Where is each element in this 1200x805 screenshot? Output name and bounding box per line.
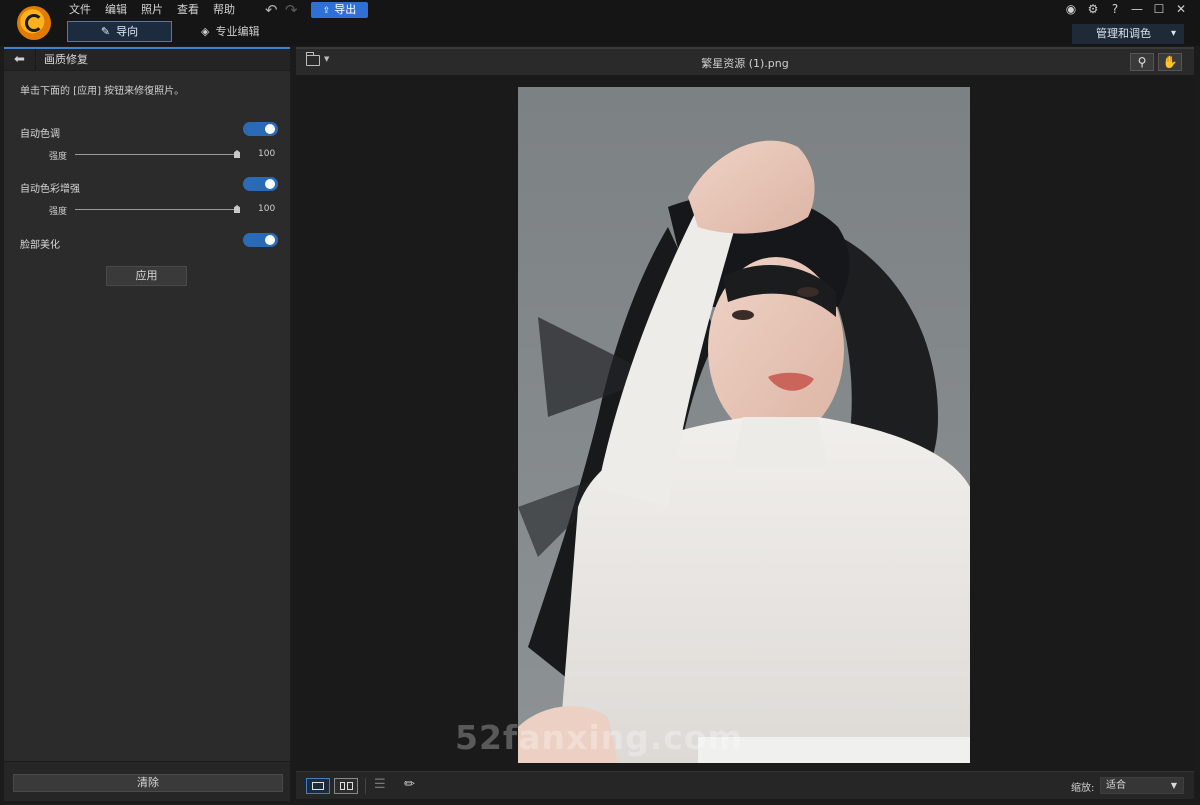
face-beautify-toggle[interactable] bbox=[243, 233, 278, 247]
undo-icon[interactable]: ↶ bbox=[265, 1, 278, 19]
title-bar: 文件 编辑 照片 查看 帮助 ↶ ↷ ⇪ 导出 ✎ 导向 ◈ 专业编辑 ◉ ⚙ ? —… bbox=[0, 0, 1200, 46]
auto-tone-strength-slider[interactable] bbox=[75, 150, 240, 158]
panel-footer: 清除 bbox=[4, 761, 290, 801]
tab-pro-edit[interactable]: ◈ 专业编辑 bbox=[172, 21, 288, 42]
tab-guide[interactable]: ✎ 导向 bbox=[67, 21, 172, 42]
help-icon[interactable]: ? bbox=[1104, 2, 1126, 16]
photo-viewer: ▼ 繁星资源 (1).png ⚲ ✋ ☰ ✏ 缩放: 适合 ▼ bbox=[296, 47, 1194, 799]
portrait-photo bbox=[518, 87, 970, 763]
watermark-text: 52fanxing.com bbox=[455, 718, 743, 757]
slider-thumb[interactable] bbox=[234, 205, 240, 213]
menu-edit[interactable]: 编辑 bbox=[98, 2, 134, 18]
zoom-select[interactable]: 适合 ▼ bbox=[1100, 777, 1184, 794]
gear-icon[interactable]: ⚙ bbox=[1082, 2, 1104, 16]
menu-help[interactable]: 帮助 bbox=[206, 2, 242, 18]
maximize-icon[interactable]: ☐ bbox=[1148, 2, 1170, 16]
align-icon[interactable]: ☰ bbox=[374, 777, 386, 792]
layers-icon: ◈ bbox=[201, 25, 210, 38]
auto-color-strength-slider[interactable] bbox=[75, 205, 240, 213]
menu-view[interactable]: 查看 bbox=[170, 2, 206, 18]
zoom-tool-icon[interactable]: ⚲ bbox=[1130, 53, 1154, 71]
panel-header: ⬅ 画质修复 bbox=[4, 49, 290, 71]
clear-button[interactable]: 清除 bbox=[13, 774, 283, 792]
mode-tabs: ✎ 导向 ◈ 专业编辑 bbox=[67, 21, 288, 42]
manage-adjust-dropdown[interactable]: 管理和调色 ▾ bbox=[1072, 24, 1184, 44]
tab-guide-label: 导向 bbox=[116, 25, 139, 38]
back-arrow-icon[interactable]: ⬅ bbox=[4, 49, 36, 70]
auto-color-strength-value: 100 bbox=[258, 204, 276, 214]
photo-canvas[interactable] bbox=[296, 75, 1194, 771]
auto-color-strength-label: 强度 bbox=[49, 207, 68, 217]
single-view-button[interactable] bbox=[306, 778, 330, 794]
chevron-down-icon: ▾ bbox=[1170, 28, 1176, 39]
close-icon[interactable]: ✕ bbox=[1170, 2, 1192, 16]
slider-thumb[interactable] bbox=[234, 150, 240, 158]
portrait-illustration bbox=[518, 87, 970, 763]
account-icon[interactable]: ◉ bbox=[1060, 2, 1082, 16]
compare-view-button[interactable] bbox=[334, 778, 358, 794]
menu-photo[interactable]: 照片 bbox=[134, 2, 170, 18]
auto-tone-label: 自动色调 bbox=[20, 129, 60, 140]
panel-title: 画质修复 bbox=[44, 53, 88, 66]
file-name: 繁星资源 (1).png bbox=[701, 57, 789, 70]
footer-divider bbox=[365, 778, 366, 794]
auto-tone-toggle[interactable] bbox=[243, 122, 278, 136]
viewer-header: ▼ 繁星资源 (1).png ⚲ ✋ bbox=[296, 47, 1194, 75]
brush-icon[interactable]: ✏ bbox=[404, 777, 415, 792]
face-beautify-label: 脸部美化 bbox=[20, 240, 60, 251]
export-button[interactable]: ⇪ 导出 bbox=[311, 2, 368, 18]
menu-file[interactable]: 文件 bbox=[62, 2, 98, 18]
apply-button[interactable]: 应用 bbox=[106, 266, 187, 286]
app-logo-icon bbox=[17, 6, 51, 40]
auto-tone-strength-label: 强度 bbox=[49, 152, 68, 162]
viewer-footer: ☰ ✏ 缩放: 适合 ▼ bbox=[296, 771, 1194, 799]
panel-hint: 单击下面的 [应用] 按钮来修復照片。 bbox=[20, 86, 185, 97]
zoom-label: 缩放: bbox=[1071, 783, 1095, 794]
auto-color-label: 自动色彩增强 bbox=[20, 184, 80, 195]
export-label: 导出 bbox=[334, 3, 357, 16]
manage-label: 管理和调色 bbox=[1096, 27, 1151, 40]
repair-panel: ⬅ 画质修复 单击下面的 [应用] 按钮来修復照片。 自动色调 强度 100 自… bbox=[4, 47, 290, 801]
magic-wand-icon: ✎ bbox=[100, 25, 111, 38]
redo-icon[interactable]: ↷ bbox=[285, 1, 298, 19]
chevron-down-icon: ▼ bbox=[1170, 781, 1177, 790]
menu-bar: 文件 编辑 照片 查看 帮助 bbox=[62, 2, 242, 18]
window-controls: ◉ ⚙ ? — ☐ ✕ bbox=[1060, 0, 1192, 18]
auto-color-toggle[interactable] bbox=[243, 177, 278, 191]
auto-tone-strength-value: 100 bbox=[258, 149, 276, 159]
upload-icon: ⇪ bbox=[322, 6, 331, 16]
zoom-value: 适合 bbox=[1106, 780, 1126, 791]
tab-pro-edit-label: 专业编辑 bbox=[215, 25, 260, 38]
minimize-icon[interactable]: — bbox=[1126, 2, 1148, 16]
hand-tool-icon[interactable]: ✋ bbox=[1158, 53, 1182, 71]
